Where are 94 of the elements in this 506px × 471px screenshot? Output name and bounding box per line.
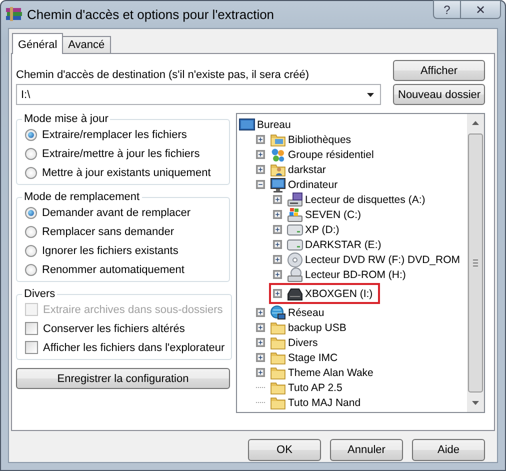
checkbox[interactable] [25,322,38,335]
tree-item[interactable]: Réseau [239,305,324,320]
tree-item[interactable]: Lecteur DVD RW (F:) DVD_ROM [239,252,460,267]
tree-label: Bureau [257,118,291,130]
dialog-button[interactable]: Annuler [330,439,403,461]
tree-label: Lecteur de disquettes (A:) [305,194,426,206]
floppy-drive-icon [287,192,303,208]
books-icon [5,6,23,22]
desktop-icon [239,116,255,132]
tree-label: Stage IMC [288,352,338,364]
tab[interactable]: Général [12,33,64,54]
radio-button[interactable] [25,166,37,178]
user-folder-icon [270,162,286,178]
option-label: Renommer automatiquement [42,264,184,276]
tree-label: DARKSTAR (E:) [305,238,382,250]
drive-icon [287,286,303,302]
spheres-icon [270,146,286,162]
tree-label: Tuto MAJ Nand [288,396,361,408]
hard-drive-icon [287,222,303,238]
tree-item[interactable]: Ordinateur [239,177,338,192]
hard-drive-icon [287,236,303,252]
tree-item[interactable]: Stage IMC [239,350,338,365]
group-title: Divers [23,288,56,300]
tree-label: Bibliothèques [288,134,352,146]
tree-item[interactable]: Divers [239,335,318,350]
tree-item[interactable]: Bibliothèques [239,132,352,147]
tree-item[interactable]: darkstar [239,162,326,177]
tree-item[interactable]: Theme Alan Wake [239,365,374,380]
window-title: Chemin d'accès et options pour l'extraction [27,7,274,22]
tree-label: Réseau [288,306,324,318]
globe-icon [270,304,286,320]
option-label: Extraire archives dans sous-dossiers [43,304,223,316]
radio-button[interactable] [25,148,37,160]
tree-item[interactable]: XP (D:) [239,222,340,237]
tree-label: Divers [288,336,318,348]
new-folder-button[interactable]: Nouveau dossier [393,84,485,105]
caret-icon [367,93,374,97]
path-field[interactable]: I:\ [16,84,381,105]
radio-button[interactable] [25,264,37,276]
tree-item[interactable]: SEVEN (C:) [239,207,362,222]
tab[interactable]: Avancé [62,36,111,53]
dialog-button[interactable]: OK [248,439,321,461]
tree-item[interactable]: Groupe résidentiel [239,147,374,162]
disc-icon [287,252,303,268]
folder-icon [270,334,286,350]
destination-label: Chemin d'accès de destination (s'il n'existe pas, il sera créé) [16,69,310,81]
tree-label: Tuto AP 2.5 [288,382,342,394]
tree-label: darkstar [288,164,326,176]
option-label: Conserver les fichiers altérés [43,322,185,334]
tree-item[interactable]: Lecteur de disquettes (A:) [239,192,426,207]
tree-item[interactable]: Bureau [239,117,291,132]
tree-item[interactable]: XBOXGEN (I:) [273,286,373,301]
tree-item[interactable]: Tuto MAJ Nand [239,395,361,410]
folder-icon [270,350,286,366]
group-title: Mode mise à jour [23,113,110,125]
computer-icon [270,176,286,192]
option-label: Demander avant de remplacer [42,206,191,218]
library-folder-icon [270,132,286,148]
tree-item[interactable]: backup USB [239,320,346,335]
tree-item[interactable]: DARKSTAR (E:) [239,237,382,252]
group-title: Mode de remplacement [23,191,141,203]
tree-item[interactable]: Tuto AP 2.5 [239,380,342,395]
tree-item[interactable]: Lecteur BD-ROM (H:) [239,267,406,282]
tree-label: Theme Alan Wake [288,366,374,378]
windows-drive-icon [287,206,303,222]
folder-icon [270,380,286,396]
tree-label: Lecteur BD-ROM (H:) [305,268,406,280]
tree-label: backup USB [288,322,346,334]
tree-label: Groupe résidentiel [288,148,374,160]
radio-button[interactable] [25,226,37,238]
tree-label: Lecteur DVD RW (F:) DVD_ROM [305,254,460,266]
radio-button[interactable] [25,244,37,256]
option-label: Ignorer les fichiers existants [42,244,178,256]
folder-icon [270,320,286,336]
tree-label: SEVEN (C:) [305,208,362,220]
option-label: Extraire/mettre à jour les fichiers [42,148,200,160]
option-label: Extraire/remplacer les fichiers [42,128,187,140]
tree-label: Ordinateur [288,178,338,190]
option-label: Remplacer sans demander [42,226,174,238]
radio-button[interactable] [25,206,37,218]
dialog-button[interactable]: Aide [412,439,485,461]
radio-button[interactable] [25,128,37,140]
tree-label: XP (D:) [305,224,340,236]
close-button[interactable]: ✕ [461,0,501,19]
folder-icon [270,364,286,380]
option-label: Afficher les fichiers dans l'explorateur [43,342,225,354]
help-button[interactable]: ? [433,0,461,19]
checkbox[interactable] [25,341,38,354]
save-config-button[interactable]: Enregistrer la configuration [16,368,230,389]
show-button[interactable]: Afficher [393,60,485,81]
disc-drive-icon [287,266,303,282]
option-label: Mettre à jour existants uniquement [42,166,211,178]
tree-label: XBOXGEN (I:) [305,288,373,300]
folder-icon [270,394,286,410]
